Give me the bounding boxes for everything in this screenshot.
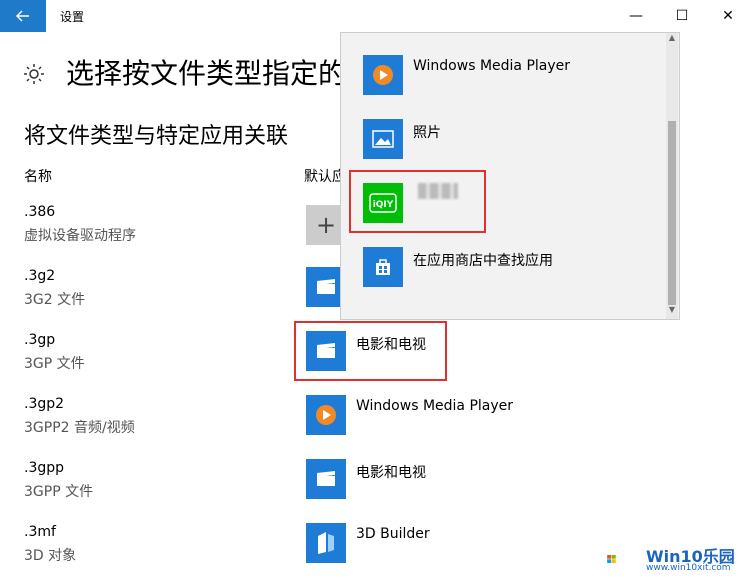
close-button[interactable]: ✕ xyxy=(705,0,750,32)
file-extension: .3mf xyxy=(24,524,56,540)
file-extension: .3g2 xyxy=(24,268,56,284)
page-title: 选择按文件类型指定的 xyxy=(66,57,347,90)
media-player-icon[interactable] xyxy=(363,55,403,95)
popup-item-label[interactable]: 照片 xyxy=(413,122,441,142)
scroll-down-icon[interactable]: ▼ xyxy=(666,305,678,319)
movies-tv-icon[interactable] xyxy=(306,459,346,499)
watermark-url: www.win10xit.com xyxy=(646,563,731,573)
window-title: 设置 xyxy=(60,10,85,24)
file-description: 3G2 文件 xyxy=(24,292,86,308)
highlight-box xyxy=(294,321,447,381)
maximize-button[interactable]: ☐ xyxy=(659,0,705,32)
file-extension: .386 xyxy=(24,204,56,220)
highlight-box xyxy=(349,170,486,233)
section-heading: 将文件类型与特定应用关联 xyxy=(24,124,289,149)
column-header-name: 名称 xyxy=(24,169,52,185)
file-description: 3GPP2 音频/视频 xyxy=(24,420,135,436)
file-extension: .3gp xyxy=(24,332,56,348)
file-description: 3GP 文件 xyxy=(24,356,85,372)
photos-icon[interactable] xyxy=(363,119,403,159)
back-button[interactable] xyxy=(0,0,46,32)
title-bar: 设置 — ☐ ✕ xyxy=(0,0,750,32)
file-description: 3GPP 文件 xyxy=(24,484,94,500)
scroll-thumb[interactable] xyxy=(668,121,676,305)
popup-scrollbar[interactable]: ▲ ▼ xyxy=(666,33,678,319)
popup-item-label[interactable]: 在应用商店中查找应用 xyxy=(413,250,553,270)
file-extension: .3gp2 xyxy=(24,396,65,412)
gear-icon xyxy=(24,64,44,84)
windows-logo-icon xyxy=(607,555,616,563)
store-icon[interactable] xyxy=(363,247,403,287)
3d-builder-icon[interactable] xyxy=(306,523,346,563)
default-app-label[interactable]: 电影和电视 xyxy=(356,462,426,482)
media-player-icon[interactable] xyxy=(306,395,346,435)
minimize-button[interactable]: — xyxy=(613,0,659,32)
scroll-up-icon[interactable]: ▲ xyxy=(666,33,678,47)
default-app-label[interactable]: Windows Media Player xyxy=(356,398,513,414)
file-description: 虚拟设备驱动程序 xyxy=(24,228,136,244)
default-app-label[interactable]: 3D Builder xyxy=(356,526,430,542)
arrow-left-icon xyxy=(16,10,29,22)
popup-item-label[interactable]: Windows Media Player xyxy=(413,58,570,74)
file-description: 3D 对象 xyxy=(24,548,77,564)
file-extension: .3gpp xyxy=(24,460,65,476)
